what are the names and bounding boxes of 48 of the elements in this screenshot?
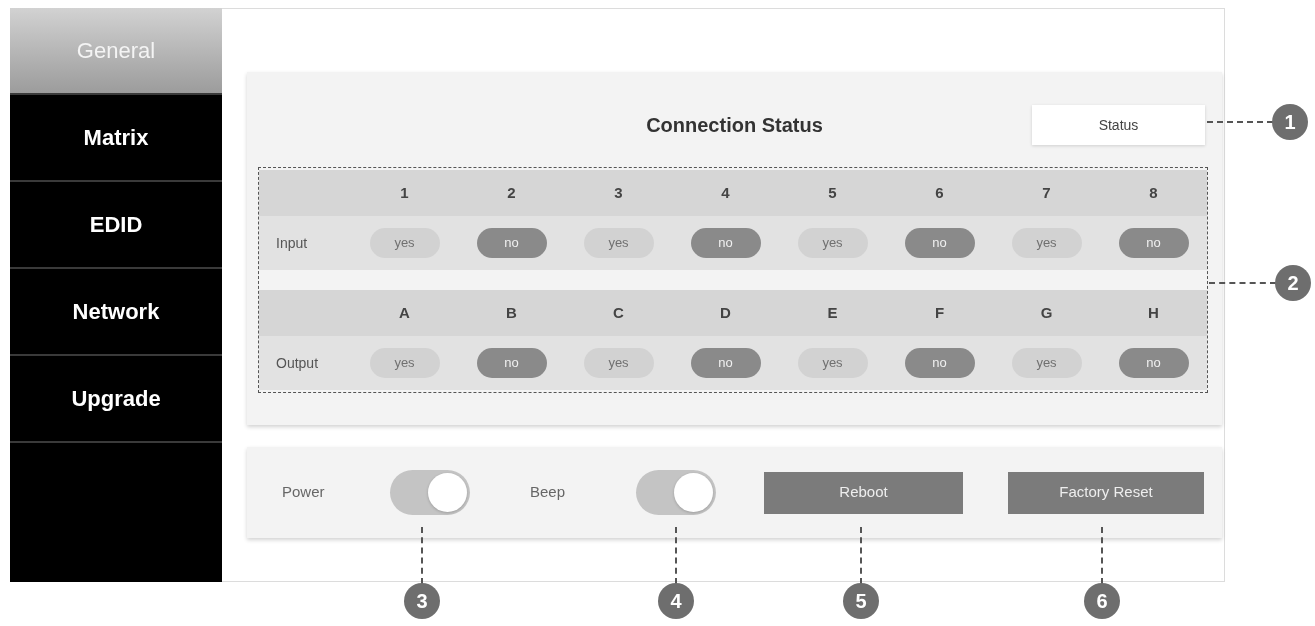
column-header: B xyxy=(506,302,517,323)
column-header: 6 xyxy=(935,182,944,203)
column-header: H xyxy=(1148,302,1159,323)
status-button[interactable]: Status xyxy=(1032,105,1205,145)
column-header: C xyxy=(613,302,624,323)
callout-marker: 2 xyxy=(1275,265,1311,301)
status-badge: yes xyxy=(1011,228,1082,258)
toggle-label: Power xyxy=(282,482,326,503)
status-badge: no xyxy=(476,348,547,378)
column-header: 3 xyxy=(614,182,623,203)
toggle-label: Beep xyxy=(530,482,567,503)
row-label: Input xyxy=(276,235,308,251)
column-header: 4 xyxy=(721,182,730,203)
column-header: F xyxy=(934,302,945,323)
column-header: E xyxy=(827,302,838,323)
toggle-switch[interactable] xyxy=(390,470,470,515)
status-badge: no xyxy=(476,228,547,258)
callout-marker: 6 xyxy=(1084,583,1120,619)
status-badge: yes xyxy=(797,348,868,378)
callout-marker: 3 xyxy=(404,583,440,619)
status-badge: yes xyxy=(797,228,868,258)
status-badge: no xyxy=(1118,228,1189,258)
column-header: 7 xyxy=(1042,182,1051,203)
status-badge: no xyxy=(690,348,761,378)
column-header: 8 xyxy=(1149,182,1158,203)
section-title: Connection Status xyxy=(646,113,823,138)
status-badge: yes xyxy=(1011,348,1082,378)
toggle-switch[interactable] xyxy=(636,470,716,515)
status-badge: no xyxy=(1118,348,1189,378)
status-badge: no xyxy=(904,348,975,378)
status-badge: no xyxy=(690,228,761,258)
action-button[interactable]: Reboot xyxy=(764,471,963,514)
column-header: D xyxy=(720,302,731,323)
callout-marker: 4 xyxy=(658,583,694,619)
action-button[interactable]: Factory Reset xyxy=(1008,471,1204,514)
callout-marker: 5 xyxy=(843,583,879,619)
row-label: Output xyxy=(276,355,319,371)
callout-marker: 1 xyxy=(1272,104,1308,140)
status-badge: yes xyxy=(583,228,654,258)
status-badge: yes xyxy=(583,348,654,378)
status-badge: yes xyxy=(369,228,440,258)
status-badge: yes xyxy=(369,348,440,378)
status-badge: no xyxy=(904,228,975,258)
column-header: 1 xyxy=(400,182,409,203)
column-header: 2 xyxy=(507,182,516,203)
column-header: 5 xyxy=(828,182,837,203)
column-header: G xyxy=(1040,302,1053,323)
column-header: A xyxy=(399,302,410,323)
